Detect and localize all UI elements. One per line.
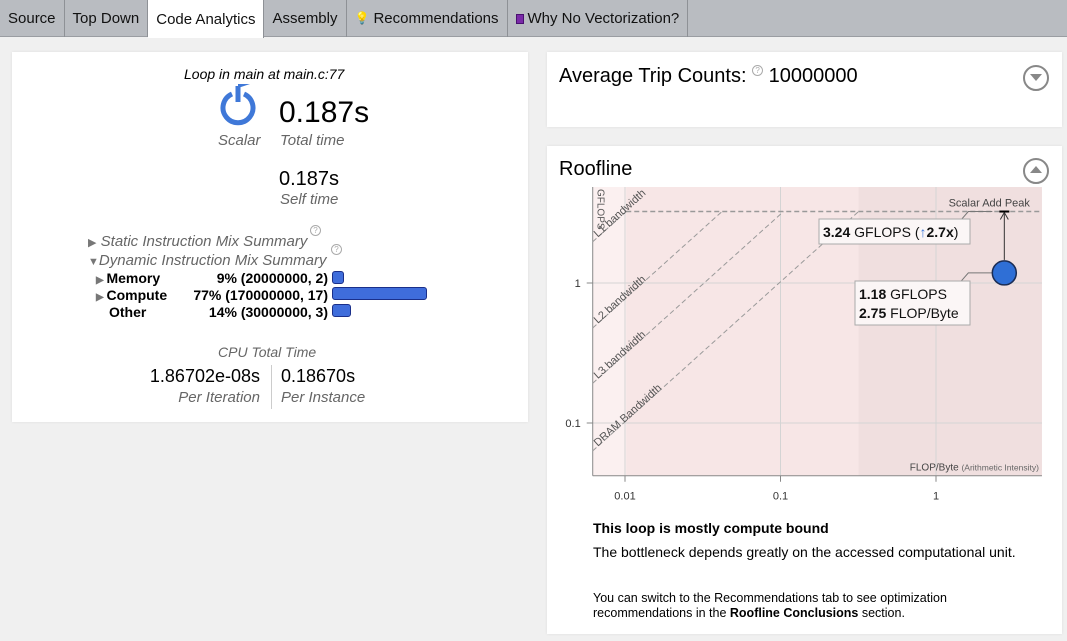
static-mix-toggle[interactable]: ▶ Static Instruction Mix Summary xyxy=(88,233,307,250)
x-tick-label: 1 xyxy=(933,491,939,503)
divider xyxy=(271,365,272,409)
cpu-total-time-label: CPU Total Time xyxy=(218,344,317,360)
roof-label: Scalar Add Peak xyxy=(949,198,1031,210)
dynamic-mix-toggle[interactable]: ▼Dynamic Instruction Mix Summary xyxy=(88,252,326,269)
conclusion-text: The bottleneck depends greatly on the ac… xyxy=(593,544,1016,560)
mix-value: 77% (170000000, 17) xyxy=(193,287,328,303)
mix-row-memory[interactable]: ▶ Memory xyxy=(96,270,160,286)
y-tick-label: 0.1 xyxy=(565,418,580,430)
tab-recommendations[interactable]: 💡 Recommendations xyxy=(347,0,508,37)
recommendation-text: You can switch to the Recommendations ta… xyxy=(593,591,947,620)
tab-assembly[interactable]: Assembly xyxy=(264,0,347,37)
x-axis-label: FLOP/Byte (Arithmetic Intensity) xyxy=(910,463,1039,474)
total-time-label: Total time xyxy=(280,132,345,149)
trip-count-panel: Average Trip Counts: ? 10000000 xyxy=(547,52,1062,127)
tab-bar: Source Top Down Code Analytics Assembly … xyxy=(0,0,1067,38)
scalar-label: Scalar xyxy=(218,132,261,149)
mix-bar-other xyxy=(332,304,351,317)
self-time-label: Self time xyxy=(280,191,339,208)
tab-source[interactable]: Source xyxy=(0,0,65,37)
chevron-up-icon xyxy=(1030,166,1042,173)
tab-code-analytics[interactable]: Code Analytics xyxy=(148,0,265,38)
scalar-icon xyxy=(220,84,256,126)
total-time: 0.187s xyxy=(279,96,370,129)
y-axis-label: GFLOPS xyxy=(595,189,606,230)
x-tick-label: 0.1 xyxy=(773,491,788,503)
mix-value: 9% (20000000, 2) xyxy=(216,270,328,286)
expand-button[interactable] xyxy=(1023,65,1049,91)
x-tick-label: 0.01 xyxy=(614,491,635,503)
mix-value: 14% (30000000, 3) xyxy=(208,304,328,320)
help-icon[interactable]: ? xyxy=(331,244,342,255)
book-icon xyxy=(515,13,524,24)
self-time: 0.187s xyxy=(279,168,340,190)
mix-row-other: Other xyxy=(109,304,147,320)
roofline-conclusions-link[interactable]: Roofline Conclusions xyxy=(730,606,858,620)
tab-why-no-vectorization[interactable]: Why No Vectorization? xyxy=(508,0,689,37)
per-instance-label: Per Instance xyxy=(281,389,366,406)
mix-bar-memory xyxy=(332,271,344,284)
point-label: 2.75 FLOP/Byte xyxy=(859,305,959,321)
mix-bar-compute xyxy=(332,287,427,300)
roofline-chart: 0.01 0.1 110.1L1 bandwidthL2 bandwidthL3 b… xyxy=(565,186,1042,503)
peak-label: 3.24 GFLOPS (↑2.7x) xyxy=(823,224,958,240)
mix-row-compute[interactable]: ▶ Compute xyxy=(96,287,167,303)
chevron-down-icon xyxy=(1030,74,1042,81)
y-tick-label: 1 xyxy=(575,278,581,290)
lightbulb-icon: 💡 xyxy=(354,11,370,25)
per-iteration-value: 1.86702e-08s xyxy=(149,366,260,386)
tab-top-down[interactable]: Top Down xyxy=(65,0,149,37)
per-iteration-label: Per Iteration xyxy=(178,389,260,406)
summary-panel: Loop in main at main.c:77 Scalar 0.187s … xyxy=(12,52,528,422)
trip-count: Average Trip Counts: ? 10000000 xyxy=(559,65,858,87)
loop-data-point xyxy=(991,260,1018,286)
roofline-title: Roofline xyxy=(559,158,633,180)
point-label: 1.18 GFLOPS xyxy=(859,286,947,302)
help-icon[interactable]: ? xyxy=(752,65,764,76)
loop-title: Loop in main at main.c:77 xyxy=(184,66,345,82)
per-instance-value: 0.18670s xyxy=(281,366,356,386)
help-icon[interactable]: ? xyxy=(310,225,321,236)
conclusion-title: This loop is mostly compute bound xyxy=(593,520,829,536)
